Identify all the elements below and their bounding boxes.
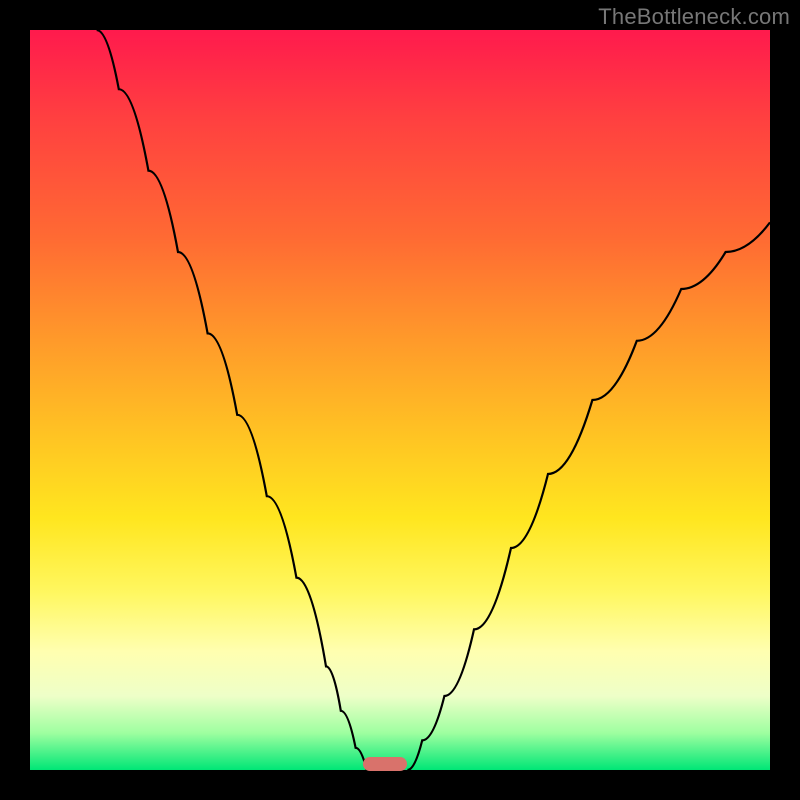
- plot-area: [30, 30, 770, 770]
- curve-left-branch: [97, 30, 367, 770]
- optimal-marker: [363, 757, 407, 771]
- watermark-text: TheBottleneck.com: [598, 4, 790, 30]
- chart-frame: TheBottleneck.com: [0, 0, 800, 800]
- curve-right-branch: [407, 222, 770, 770]
- bottleneck-curve: [30, 30, 770, 770]
